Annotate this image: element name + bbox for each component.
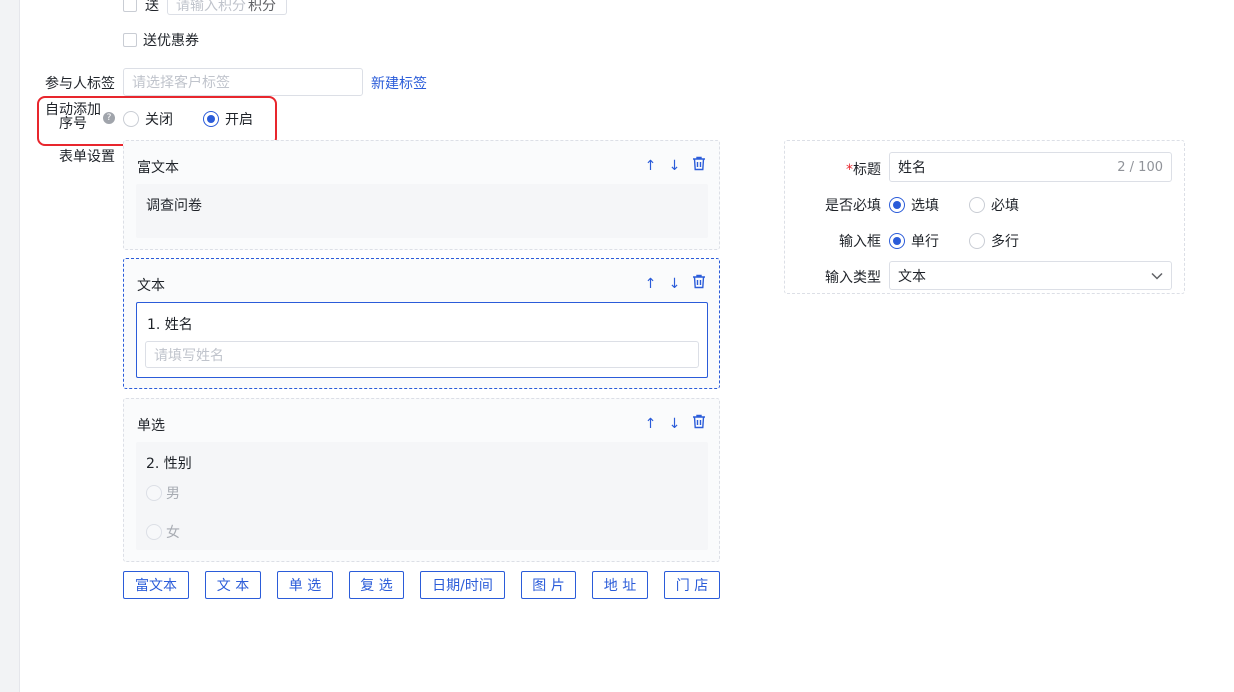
optional-label: 选填: [911, 198, 939, 214]
required-option[interactable]: 必填: [969, 195, 1019, 215]
radio-multi-line[interactable]: [969, 233, 985, 249]
question-title: 2. 性别: [146, 456, 192, 472]
points-input[interactable]: 请输入积分 积分: [167, 0, 287, 15]
radio-on[interactable]: [203, 111, 219, 127]
points-placeholder: 请输入积分: [176, 0, 246, 14]
form-block-richtext[interactable]: 富文本 ↑ ↓ 调查问卷: [123, 140, 720, 250]
single-choice-body: 2. 性别 男 女: [136, 442, 708, 550]
radio-disabled: [146, 524, 162, 540]
block-tools: ↑ ↓: [643, 414, 706, 433]
text-question-body: 1. 姓名 请填写姓名: [136, 302, 708, 378]
input-type-label: 输入类型: [825, 270, 881, 286]
title-label-text: 标题: [853, 162, 881, 178]
auto-number-label-line1: 自动添加: [45, 102, 101, 118]
option-male: 男: [146, 483, 180, 503]
input-type-select[interactable]: 文本: [889, 261, 1172, 290]
tags-placeholder: 请选择客户标签: [132, 75, 230, 91]
coupon-checkbox[interactable]: [123, 33, 137, 47]
radio-required[interactable]: [969, 197, 985, 213]
title-input[interactable]: 姓名 2 / 100: [889, 152, 1172, 182]
tags-select[interactable]: 请选择客户标签: [123, 68, 363, 96]
title-char-count: 2 / 100: [1117, 159, 1163, 175]
coupon-label: 送优惠券: [143, 33, 199, 49]
tags-label: 参与人标签: [45, 76, 115, 92]
richtext-content: 调查问卷: [136, 184, 708, 238]
single-line-label: 单行: [911, 234, 939, 250]
block-type-title: 富文本: [137, 160, 179, 176]
auto-number-label-line2: 序号: [59, 116, 87, 132]
arrow-up-icon[interactable]: ↑: [643, 416, 658, 432]
block-tools: ↑ ↓: [643, 156, 706, 175]
chevron-down-icon: [1151, 268, 1163, 284]
radio-single-line[interactable]: [889, 233, 905, 249]
name-input-placeholder: 请填写姓名: [154, 347, 224, 364]
auto-number-off-label: 关闭: [145, 112, 173, 128]
add-store-button[interactable]: 门 店: [664, 571, 720, 599]
option-female: 女: [146, 522, 180, 542]
points-reward-row: 送 请输入积分 积分: [123, 0, 287, 15]
add-image-button[interactable]: 图 片: [521, 571, 576, 599]
multi-line-option[interactable]: 多行: [969, 231, 1019, 251]
add-single-button[interactable]: 单 选: [277, 571, 333, 599]
richtext-text: 调查问卷: [146, 198, 202, 214]
add-multi-button[interactable]: 复 选: [349, 571, 404, 599]
trash-icon[interactable]: [691, 274, 706, 293]
arrow-down-icon[interactable]: ↓: [667, 276, 682, 292]
radio-disabled: [146, 485, 162, 501]
auto-number-on-label: 开启: [225, 112, 253, 128]
form-block-text[interactable]: 文本 ↑ ↓ 1. 姓名 请填写姓名: [123, 258, 720, 389]
auto-number-off-option[interactable]: 关闭: [123, 109, 173, 129]
trash-icon[interactable]: [691, 414, 706, 433]
title-field-label: *标题: [846, 159, 881, 179]
option-male-label: 男: [166, 486, 180, 502]
arrow-up-icon[interactable]: ↑: [643, 276, 658, 292]
add-address-button[interactable]: 地 址: [592, 571, 648, 599]
question-title: 1. 姓名: [147, 317, 193, 333]
points-checkbox[interactable]: [123, 0, 137, 12]
input-box-label: 输入框: [839, 234, 881, 250]
single-line-option[interactable]: 单行: [889, 231, 939, 251]
form-settings-label: 表单设置: [59, 149, 115, 165]
coupon-row: 送优惠券: [123, 30, 199, 50]
auto-number-label: 自动添加 序号: [44, 103, 102, 131]
points-label: 送: [145, 0, 159, 14]
help-circle-icon[interactable]: ?: [103, 112, 115, 124]
multi-line-label: 多行: [991, 234, 1019, 250]
title-value: 姓名: [898, 160, 926, 176]
required-field-label: 是否必填: [825, 198, 881, 214]
block-tools: ↑ ↓: [643, 274, 706, 293]
name-input[interactable]: 请填写姓名: [145, 341, 699, 368]
option-female-label: 女: [166, 525, 180, 541]
add-richtext-button[interactable]: 富文本: [123, 571, 189, 599]
block-type-title: 文本: [137, 278, 165, 294]
points-suffix: 积分: [248, 0, 276, 14]
properties-panel: *标题 姓名 2 / 100 是否必填 选填 必填 输入框 单行 多行 输入类型…: [784, 140, 1185, 294]
arrow-down-icon[interactable]: ↓: [667, 416, 682, 432]
required-label: 必填: [991, 198, 1019, 214]
add-datetime-button[interactable]: 日期/时间: [420, 571, 505, 599]
arrow-up-icon[interactable]: ↑: [643, 158, 658, 174]
radio-optional[interactable]: [889, 197, 905, 213]
required-asterisk: *: [846, 162, 853, 178]
left-sidebar-edge: [0, 0, 20, 692]
form-block-single-choice[interactable]: 单选 ↑ ↓ 2. 性别 男 女: [123, 398, 720, 562]
add-text-button[interactable]: 文 本: [205, 571, 261, 599]
input-type-value: 文本: [898, 268, 926, 285]
optional-option[interactable]: 选填: [889, 195, 939, 215]
trash-icon[interactable]: [691, 156, 706, 175]
new-tag-link[interactable]: 新建标签: [371, 73, 427, 93]
auto-number-on-option[interactable]: 开启: [203, 109, 253, 129]
radio-off[interactable]: [123, 111, 139, 127]
block-type-title: 单选: [137, 418, 165, 434]
arrow-down-icon[interactable]: ↓: [667, 158, 682, 174]
